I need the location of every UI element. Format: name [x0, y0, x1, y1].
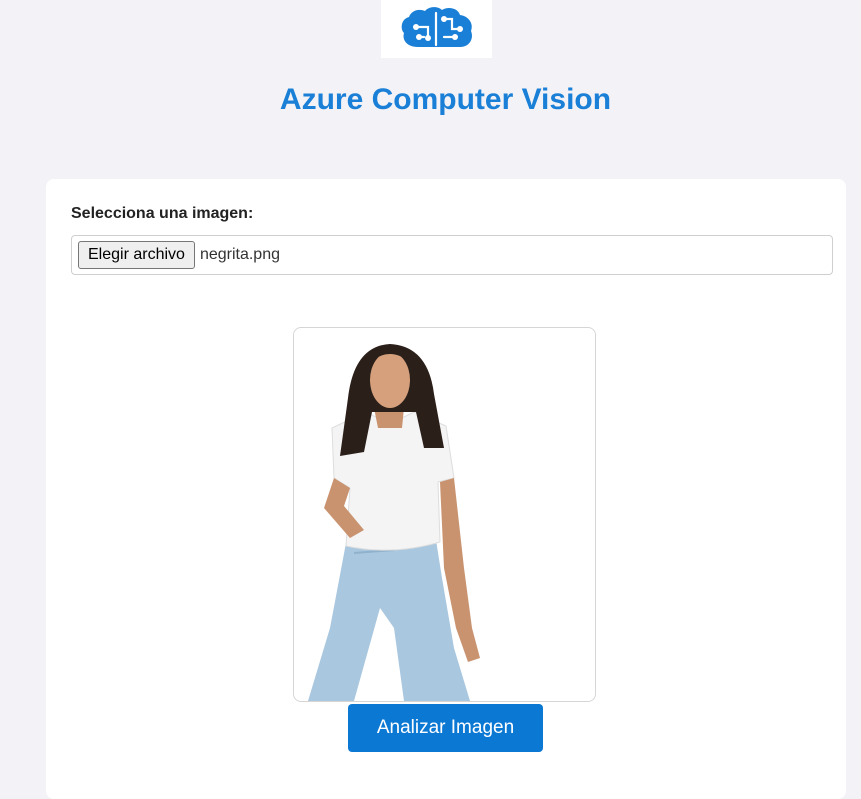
- image-preview: [293, 327, 596, 702]
- choose-file-button[interactable]: Elegir archivo: [78, 241, 195, 269]
- file-input[interactable]: Elegir archivo negrita.png: [71, 235, 833, 275]
- azure-brain-circuit-icon: [401, 7, 472, 47]
- selected-file-name: negrita.png: [199, 246, 280, 263]
- analyze-image-button[interactable]: Analizar Imagen: [348, 704, 543, 752]
- page-title: Azure Computer Vision: [279, 83, 612, 116]
- logo: [381, 0, 492, 58]
- preview-photo: [308, 344, 480, 701]
- upload-card: Selecciona una imagen: Elegir archivo ne…: [46, 179, 846, 799]
- image-select-label: Selecciona una imagen:: [71, 205, 254, 222]
